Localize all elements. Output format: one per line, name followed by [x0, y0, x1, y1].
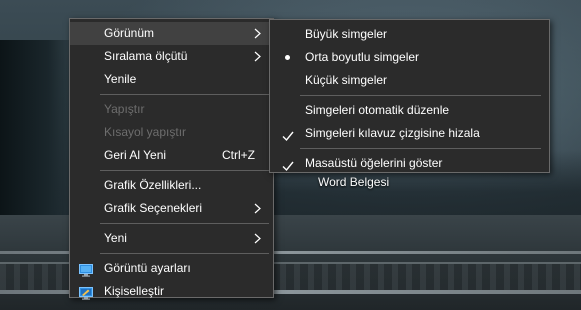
menu-item-label: Görüntü ayarları: [104, 261, 191, 275]
menu-item-label: Simgeleri kılavuz çizgisine hizala: [305, 126, 480, 140]
menu-item-new[interactable]: Yeni: [70, 227, 273, 250]
menu-item-paste-shortcut[interactable]: Kısayol yapıştır: [70, 121, 273, 144]
menu-item-shortcut: Ctrl+Z: [222, 148, 255, 162]
menu-item-refresh[interactable]: Yenile: [70, 68, 273, 91]
menu-item-label: Yapıştır: [104, 102, 145, 116]
personalize-icon: [79, 285, 93, 300]
display-settings-icon: [79, 262, 93, 277]
menu-item-personalize[interactable]: Kişiselleştir: [70, 280, 273, 303]
menu-item-label: Simgeleri otomatik düzenle: [305, 103, 450, 117]
desktop-icon-label[interactable]: Word Belgesi: [318, 175, 389, 189]
menu-item-label: Yeni: [104, 231, 127, 245]
menu-item-label: Büyük simgeler: [305, 27, 388, 41]
menu-item-sort-by[interactable]: Sıralama ölçütü: [70, 45, 273, 68]
menu-item-label: Geri Al Yeni: [104, 148, 167, 162]
desktop-context-menu: Görünüm Sıralama ölçütü Yenile Yapıştır …: [69, 18, 274, 300]
background-trees: [0, 40, 80, 240]
chevron-right-icon: [253, 227, 263, 250]
menu-item-label: Orta boyutlu simgeler: [305, 50, 420, 64]
submenu-item-large-icons[interactable]: Büyük simgeler: [270, 23, 549, 46]
menu-item-paste[interactable]: Yapıştır: [70, 98, 273, 121]
menu-separator: [100, 94, 269, 95]
chevron-right-icon: [253, 22, 263, 45]
menu-item-label: Görünüm: [104, 26, 155, 40]
chevron-right-icon: [253, 197, 263, 220]
menu-item-graphics-properties[interactable]: Grafik Özellikleri...: [70, 174, 273, 197]
submenu-item-medium-icons[interactable]: Orta boyutlu simgeler: [270, 46, 549, 69]
chevron-right-icon: [253, 45, 263, 68]
menu-separator: [100, 253, 269, 254]
view-submenu: Büyük simgeler Orta boyutlu simgeler Küç…: [269, 19, 550, 173]
submenu-item-auto-arrange[interactable]: Simgeleri otomatik düzenle: [270, 99, 549, 122]
checkmark-icon: [282, 157, 294, 172]
menu-item-label: Kişiselleştir: [104, 284, 165, 298]
menu-item-label: Kısayol yapıştır: [104, 125, 187, 139]
radio-bullet-icon: [285, 55, 290, 60]
menu-item-label: Yenile: [104, 72, 137, 86]
menu-item-label: Masaüstü öğelerini göster: [305, 156, 443, 170]
submenu-item-align-to-grid[interactable]: Simgeleri kılavuz çizgisine hizala: [270, 122, 549, 145]
menu-item-display-settings[interactable]: Görüntü ayarları: [70, 257, 273, 280]
checkmark-icon: [282, 127, 294, 142]
menu-item-label: Küçük simgeler: [305, 73, 388, 87]
submenu-item-small-icons[interactable]: Küçük simgeler: [270, 69, 549, 92]
menu-item-graphics-options[interactable]: Grafik Seçenekleri: [70, 197, 273, 220]
menu-separator: [300, 148, 541, 149]
menu-separator: [100, 170, 269, 171]
menu-item-label: Grafik Özellikleri...: [104, 178, 202, 192]
menu-separator: [300, 95, 541, 96]
menu-separator: [100, 223, 269, 224]
menu-item-view[interactable]: Görünüm: [70, 22, 273, 45]
submenu-item-show-desktop-icons[interactable]: Masaüstü öğelerini göster: [270, 152, 549, 175]
menu-item-label: Grafik Seçenekleri: [104, 201, 203, 215]
menu-item-undo-new[interactable]: Geri Al Yeni Ctrl+Z: [70, 144, 273, 167]
menu-item-label: Sıralama ölçütü: [104, 49, 188, 63]
